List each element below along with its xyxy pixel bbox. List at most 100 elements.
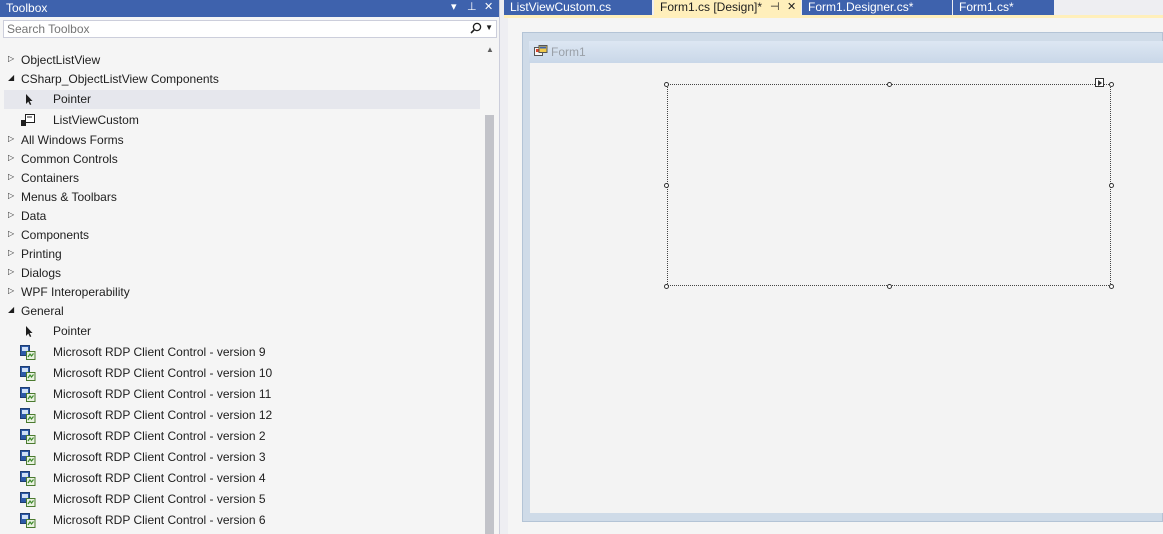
toolbox-row-label: CSharp_ObjectListView Components [21, 72, 219, 86]
resize-handle-top-right[interactable] [1109, 82, 1114, 87]
smart-tag-glyph-icon[interactable] [1095, 78, 1104, 87]
toolbox-panel: Toolbox ▾ ⊥ ✕ ▼ ▷ObjectListView◢CSharp_O… [0, 0, 500, 534]
toolbox-category-csharp-objectlistview-components[interactable]: ◢ CSharp_ObjectListView Components [4, 70, 480, 89]
activex-icon [20, 429, 36, 444]
tab-form1-design[interactable]: Form1.cs [Design]* ⊣ ✕ [654, 0, 801, 15]
resize-handle-left[interactable] [664, 183, 669, 188]
document-tab-bar: ListViewCustom.cs Form1.cs [Design]* ⊣ ✕… [504, 0, 1163, 15]
expanded-arrow-icon[interactable]: ◢ [8, 305, 18, 314]
toolbox-item-microsoft-rdp-client-control-version-12[interactable]: Microsoft RDP Client Control - version 1… [4, 406, 480, 425]
activex-icon [20, 492, 36, 507]
toolbox-search-box[interactable]: ▼ [3, 20, 497, 38]
toolbox-item-microsoft-rdp-client-control-version-2[interactable]: Microsoft RDP Client Control - version 2 [4, 427, 480, 446]
collapsed-arrow-icon[interactable]: ▷ [8, 248, 18, 257]
collapsed-arrow-icon[interactable]: ▷ [8, 191, 18, 200]
component-icon [20, 113, 36, 128]
toolbox-item-listviewcustom[interactable]: ListViewCustom [4, 111, 480, 130]
tab-form1-designer-cs[interactable]: Form1.Designer.cs* [802, 0, 952, 15]
scroll-up-arrow-icon[interactable]: ▲ [486, 45, 494, 54]
tab-label: ListViewCustom.cs [510, 0, 612, 14]
collapsed-arrow-icon[interactable]: ▷ [8, 210, 18, 219]
toolbox-category-common-controls[interactable]: ▷ Common Controls [4, 150, 480, 169]
toolbox-category-wpf-interoperability[interactable]: ▷ WPF Interoperability [4, 283, 480, 302]
collapsed-arrow-icon[interactable]: ▷ [8, 267, 18, 276]
toolbox-item-microsoft-rdp-client-control-version-3[interactable]: Microsoft RDP Client Control - version 3 [4, 448, 480, 467]
toolbox-row-label: Pointer [53, 324, 92, 338]
toolbox-row-label: All Windows Forms [21, 133, 124, 147]
pin-tab-icon[interactable]: ⊣ [770, 0, 780, 13]
toolbox-item-microsoft-rdp-client-control-version-9[interactable]: Microsoft RDP Client Control - version 9 [4, 343, 480, 362]
activex-icon [20, 366, 36, 381]
toolbox-row-label: ObjectListView [21, 53, 101, 67]
toolbox-category-components[interactable]: ▷ Components [4, 226, 480, 245]
form-icon [534, 45, 548, 58]
toolbox-row-label: Common Controls [21, 152, 118, 166]
window-position-dropdown-icon[interactable]: ▾ [451, 0, 457, 13]
tab-form1-cs[interactable]: Form1.cs* [953, 0, 1054, 15]
toolbox-item-list: ▷ ObjectListView ◢ CSharp_ObjectListView Co… [0, 41, 482, 534]
collapsed-arrow-icon[interactable]: ▷ [8, 286, 18, 295]
collapsed-arrow-icon[interactable]: ▷ [8, 134, 18, 143]
toolbox-row-label: General [21, 304, 64, 318]
tab-listviewcustom-cs[interactable]: ListViewCustom.cs [504, 0, 652, 15]
scrollbar-thumb[interactable] [485, 115, 494, 534]
toolbox-item-microsoft-rdp-client-control-version-6[interactable]: Microsoft RDP Client Control - version 6 [4, 511, 480, 530]
resize-handle-right[interactable] [1109, 183, 1114, 188]
collapsed-arrow-icon[interactable]: ▷ [8, 153, 18, 162]
pointer-icon [20, 324, 36, 339]
toolbox-title-bar: Toolbox ▾ ⊥ ✕ [0, 0, 499, 17]
toolbox-category-general[interactable]: ◢ General [4, 302, 480, 321]
resize-handle-top-left[interactable] [664, 82, 669, 87]
toolbox-item-pointer[interactable]: Pointer [4, 322, 480, 341]
search-options-dropdown-icon[interactable]: ▼ [485, 23, 493, 32]
collapsed-arrow-icon[interactable]: ▷ [8, 54, 18, 63]
close-icon[interactable]: ✕ [484, 0, 493, 13]
toolbox-row-label: Printing [21, 247, 62, 261]
toolbox-category-menus-toolbars[interactable]: ▷ Menus & Toolbars [4, 188, 480, 207]
pin-icon[interactable]: ⊥ [467, 0, 477, 13]
toolbox-row-label: WPF Interoperability [21, 285, 130, 299]
toolbox-row-label: Microsoft RDP Client Control - version 2 [53, 429, 266, 443]
activex-icon [20, 387, 36, 402]
resize-handle-bottom[interactable] [887, 284, 892, 289]
toolbox-item-microsoft-rdp-client-control-version-11[interactable]: Microsoft RDP Client Control - version 1… [4, 385, 480, 404]
form-caption-bar[interactable]: Form1 [529, 41, 1163, 63]
toolbox-category-containers[interactable]: ▷ Containers [4, 169, 480, 188]
tab-label: Form1.cs [Design]* [660, 0, 763, 14]
toolbox-item-pointer[interactable]: Pointer [4, 90, 480, 109]
resize-handle-bottom-right[interactable] [1109, 284, 1114, 289]
toolbox-category-data[interactable]: ▷ Data [4, 207, 480, 226]
toolbox-category-dialogs[interactable]: ▷ Dialogs [4, 264, 480, 283]
close-tab-icon[interactable]: ✕ [787, 0, 796, 13]
toolbox-item-microsoft-rdp-client-control-version-5[interactable]: Microsoft RDP Client Control - version 5 [4, 490, 480, 509]
resize-handle-bottom-left[interactable] [664, 284, 669, 289]
toolbox-row-label: ListViewCustom [53, 113, 139, 127]
toolbox-row-label: Microsoft RDP Client Control - version 1… [53, 366, 273, 380]
expanded-arrow-icon[interactable]: ◢ [8, 73, 18, 82]
search-input[interactable] [7, 22, 457, 36]
toolbox-row-label: Microsoft RDP Client Control - version 1… [53, 408, 273, 422]
form-title: Form1 [551, 45, 586, 59]
collapsed-arrow-icon[interactable]: ▷ [8, 172, 18, 181]
toolbox-row-label: Microsoft RDP Client Control - version 3 [53, 450, 266, 464]
activex-icon [20, 450, 36, 465]
toolbox-row-label: Microsoft RDP Client Control - version 9 [53, 345, 266, 359]
toolbox-row-label: Containers [21, 171, 80, 185]
toolbox-row-label: Data [21, 209, 47, 223]
toolbox-title: Toolbox [6, 1, 48, 15]
toolbox-item-microsoft-rdp-client-control-version-10[interactable]: Microsoft RDP Client Control - version 1… [4, 364, 480, 383]
toolbox-category-objectlistview[interactable]: ▷ ObjectListView [4, 51, 480, 70]
resize-handle-top[interactable] [887, 82, 892, 87]
selected-control[interactable] [667, 84, 1111, 286]
toolbox-category-printing[interactable]: ▷ Printing [4, 245, 480, 264]
collapsed-arrow-icon[interactable]: ▷ [8, 229, 18, 238]
toolbox-item-microsoft-rdp-client-control-version-4[interactable]: Microsoft RDP Client Control - version 4 [4, 469, 480, 488]
toolbox-scrollbar[interactable]: ▲ [482, 41, 498, 534]
toolbox-row-label: Pointer [53, 92, 92, 106]
tab-label: Form1.Designer.cs* [808, 0, 914, 14]
toolbox-row-label: Microsoft RDP Client Control - version 6 [53, 513, 266, 527]
toolbox-row-label: Microsoft RDP Client Control - version 5 [53, 492, 266, 506]
toolbox-row-label: Microsoft RDP Client Control - version 4 [53, 471, 266, 485]
search-icon[interactable] [470, 22, 482, 37]
toolbox-category-all-windows-forms[interactable]: ▷ All Windows Forms [4, 131, 480, 150]
